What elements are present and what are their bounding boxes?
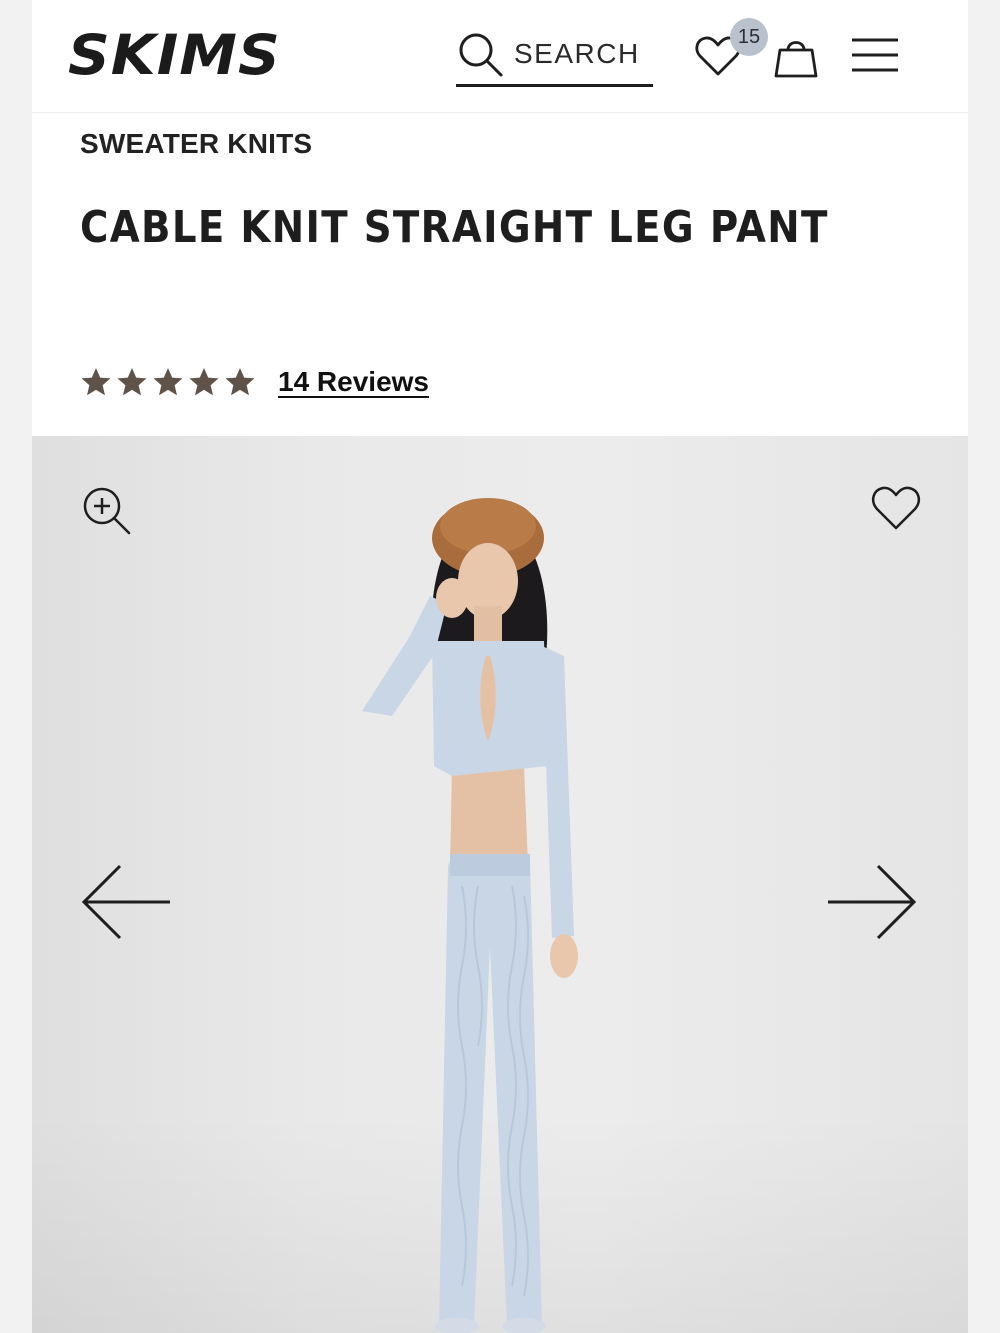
- favorite-heart-icon[interactable]: [870, 482, 922, 534]
- star-icon: [225, 368, 255, 396]
- menu-icon[interactable]: [850, 34, 902, 78]
- bag-icon[interactable]: [772, 32, 820, 80]
- product-rating: 14 Reviews: [80, 362, 429, 402]
- wishlist-count-badge: 15: [730, 18, 768, 56]
- product-image-gallery[interactable]: [32, 436, 968, 1333]
- star-icon: [189, 368, 219, 396]
- zoom-in-icon[interactable]: [80, 484, 132, 536]
- rating-stars: [80, 366, 256, 398]
- star-icon: [117, 368, 147, 396]
- product-photo: [362, 498, 578, 1333]
- product-page: SKIMS SEARCH 15 SWEATER KNITS CABLE KNIT…: [32, 0, 968, 1333]
- product-title: CABLE KNIT STRAIGHT LEG PANT: [80, 202, 829, 253]
- search-icon: [459, 33, 503, 77]
- brand-logo[interactable]: SKIMS: [68, 22, 281, 89]
- star-icon: [81, 368, 111, 396]
- search-label: SEARCH: [514, 38, 640, 69]
- search-bar[interactable]: SEARCH: [456, 24, 653, 87]
- star-icon: [153, 368, 183, 396]
- site-header: SKIMS SEARCH 15: [32, 0, 968, 113]
- reviews-link[interactable]: 14 Reviews: [278, 366, 429, 398]
- arrow-right-icon[interactable]: [824, 860, 920, 944]
- arrow-left-icon[interactable]: [78, 860, 174, 944]
- product-category[interactable]: SWEATER KNITS: [80, 128, 312, 160]
